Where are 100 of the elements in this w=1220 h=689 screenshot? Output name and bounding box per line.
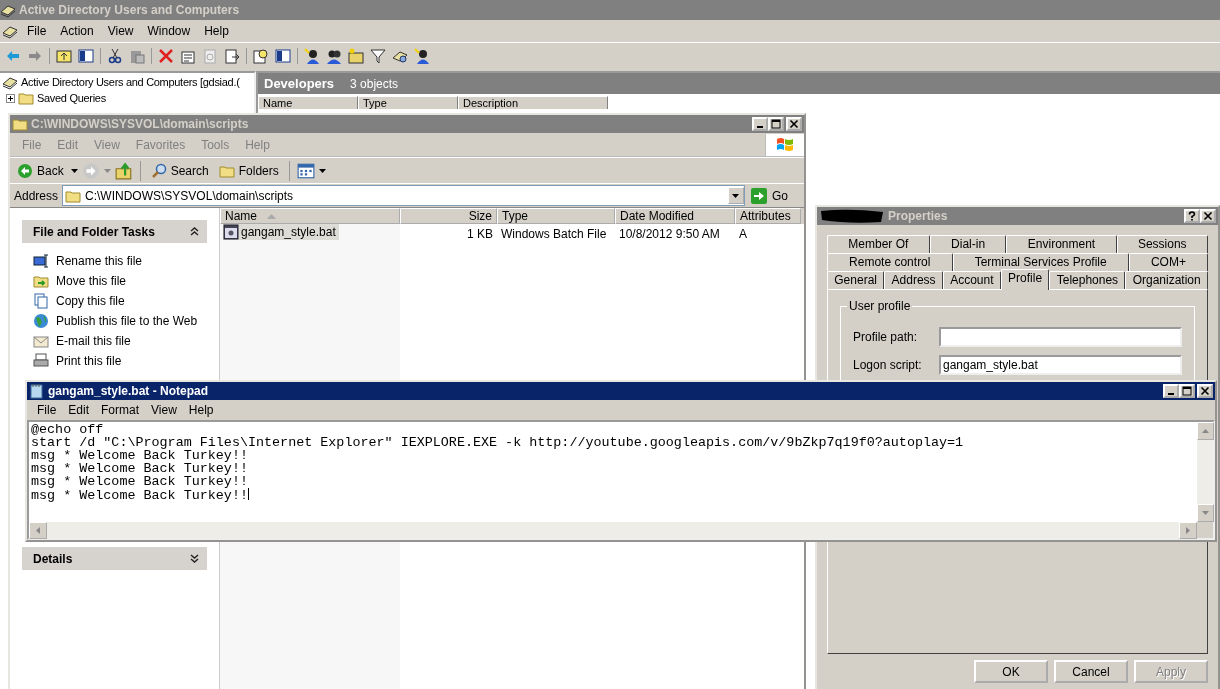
task-link[interactable]: Move this file — [56, 274, 127, 288]
scroll-up-icon[interactable] — [1197, 422, 1214, 440]
task-link[interactable]: Publish this file to the Web — [56, 314, 198, 328]
menu-item[interactable]: View — [100, 24, 141, 38]
scroll-right-icon[interactable] — [1179, 522, 1197, 539]
collapse-icon[interactable] — [190, 227, 199, 236]
search-button[interactable]: Search — [147, 162, 212, 179]
tab[interactable]: Account — [942, 271, 1001, 289]
window-title: Active Directory Users and Computers — [19, 3, 240, 17]
views-icon[interactable] — [296, 161, 315, 180]
properties-icon[interactable] — [180, 48, 196, 64]
caret-icon[interactable] — [318, 168, 326, 173]
mail-icon — [33, 333, 49, 349]
column-header[interactable]: Type — [497, 208, 615, 224]
task-panel-header[interactable]: File and Folder Tasks — [22, 220, 207, 243]
tab[interactable]: Profile — [1000, 269, 1050, 290]
folders-button[interactable]: Folders — [215, 162, 282, 179]
pane-icon[interactable] — [275, 48, 291, 64]
help-button[interactable] — [1184, 209, 1200, 223]
menu-item[interactable]: Edit — [62, 403, 96, 417]
batch-file-icon — [223, 224, 239, 240]
tab[interactable]: Address — [884, 271, 943, 289]
close-icon — [789, 119, 799, 129]
address-label: Address — [14, 188, 59, 203]
tab[interactable]: Environment — [1006, 235, 1117, 253]
delete-icon[interactable] — [158, 48, 174, 64]
column-header[interactable]: Date Modified — [615, 208, 735, 224]
menu-item[interactable]: Help — [182, 403, 220, 417]
search-icon — [150, 162, 167, 179]
minimize-button[interactable] — [1163, 384, 1179, 398]
close-button[interactable] — [786, 117, 802, 131]
text-field[interactable]: gangam_style.bat — [939, 355, 1182, 375]
scissors-icon[interactable] — [107, 48, 123, 64]
address-field[interactable]: C:\WINDOWS\SYSVOL\domain\scripts — [62, 185, 745, 206]
users-icon[interactable] — [326, 48, 342, 64]
file-name[interactable]: gangam_style.bat — [223, 224, 339, 240]
user-icon[interactable] — [414, 48, 430, 64]
scroll-left-icon[interactable] — [29, 522, 47, 539]
column-header[interactable]: Size — [400, 208, 497, 224]
go-button[interactable]: Go — [749, 187, 800, 204]
caret-icon[interactable] — [70, 168, 78, 173]
tab[interactable]: Dial-in — [929, 235, 1007, 253]
maximize-icon — [1182, 386, 1192, 396]
field-label: Profile path: — [853, 330, 919, 344]
tab[interactable]: General — [827, 271, 885, 289]
user-icon[interactable] — [304, 48, 320, 64]
redaction-mark — [819, 208, 885, 224]
task-link[interactable]: Print this file — [56, 354, 122, 368]
copy-icon — [33, 293, 49, 309]
expand-icon[interactable] — [6, 93, 15, 103]
column-header[interactable]: Description — [458, 96, 608, 109]
table-cell-text: Windows Batch File — [500, 226, 608, 241]
scrollbar[interactable] — [1197, 422, 1213, 522]
tab[interactable]: Organization — [1125, 271, 1208, 289]
scrollbar[interactable] — [29, 522, 1197, 538]
scroll-down-icon[interactable] — [1197, 504, 1214, 522]
tab[interactable]: COM+ — [1128, 253, 1208, 271]
filter-icon[interactable] — [370, 48, 386, 64]
minimize-icon — [1168, 393, 1174, 395]
task-panel-header[interactable]: Details — [22, 547, 207, 570]
pane-icon[interactable] — [78, 48, 94, 64]
dialog-button[interactable]: OK — [974, 660, 1048, 683]
up-folder-icon[interactable] — [56, 48, 72, 64]
tab[interactable]: Member Of — [827, 235, 930, 253]
menu-item[interactable]: File — [20, 24, 54, 38]
export-icon[interactable] — [224, 48, 240, 64]
table-cell-text: 1 KB — [466, 226, 494, 241]
dialog-button[interactable]: Cancel — [1054, 660, 1128, 683]
column-header[interactable]: Name — [258, 96, 358, 109]
column-header[interactable]: Type — [358, 96, 458, 109]
tab[interactable]: Sessions — [1116, 235, 1208, 253]
close-button[interactable] — [1200, 209, 1216, 223]
notepad-icon — [29, 383, 45, 399]
back-button[interactable]: Back — [14, 162, 67, 179]
group-label: User profile — [847, 299, 913, 313]
maximize-button[interactable] — [1179, 384, 1195, 398]
column-header[interactable]: Name — [220, 208, 400, 224]
dropdown-arrow-icon[interactable] — [732, 193, 740, 198]
text-field[interactable] — [939, 327, 1182, 347]
menu-item[interactable]: Action — [53, 24, 101, 38]
tree-item[interactable]: Active Directory Users and Computers [gdsiad.( — [21, 76, 240, 88]
menu-item[interactable]: Window — [140, 24, 198, 38]
tab[interactable]: Remote control — [827, 253, 953, 271]
maximize-button[interactable] — [768, 117, 784, 131]
close-icon — [1203, 211, 1213, 221]
task-link[interactable]: E-mail this file — [56, 334, 131, 348]
folder-icon[interactable] — [348, 48, 364, 64]
menu-item[interactable]: File — [31, 403, 63, 417]
globe-icon — [33, 313, 49, 329]
minimize-button[interactable] — [752, 117, 768, 131]
tab[interactable]: Telephones — [1049, 271, 1126, 289]
task-link[interactable]: Copy this file — [56, 294, 125, 308]
column-header[interactable]: Attributes — [735, 208, 801, 224]
menu-item[interactable]: Format — [95, 403, 146, 417]
close-button[interactable] — [1197, 384, 1213, 398]
menu-item[interactable]: View — [145, 403, 183, 417]
menu-item[interactable]: Help — [197, 24, 236, 38]
expand-icon[interactable] — [190, 554, 199, 563]
tree-item[interactable]: Saved Queries — [37, 92, 106, 104]
task-link[interactable]: Rename this file — [56, 254, 143, 268]
